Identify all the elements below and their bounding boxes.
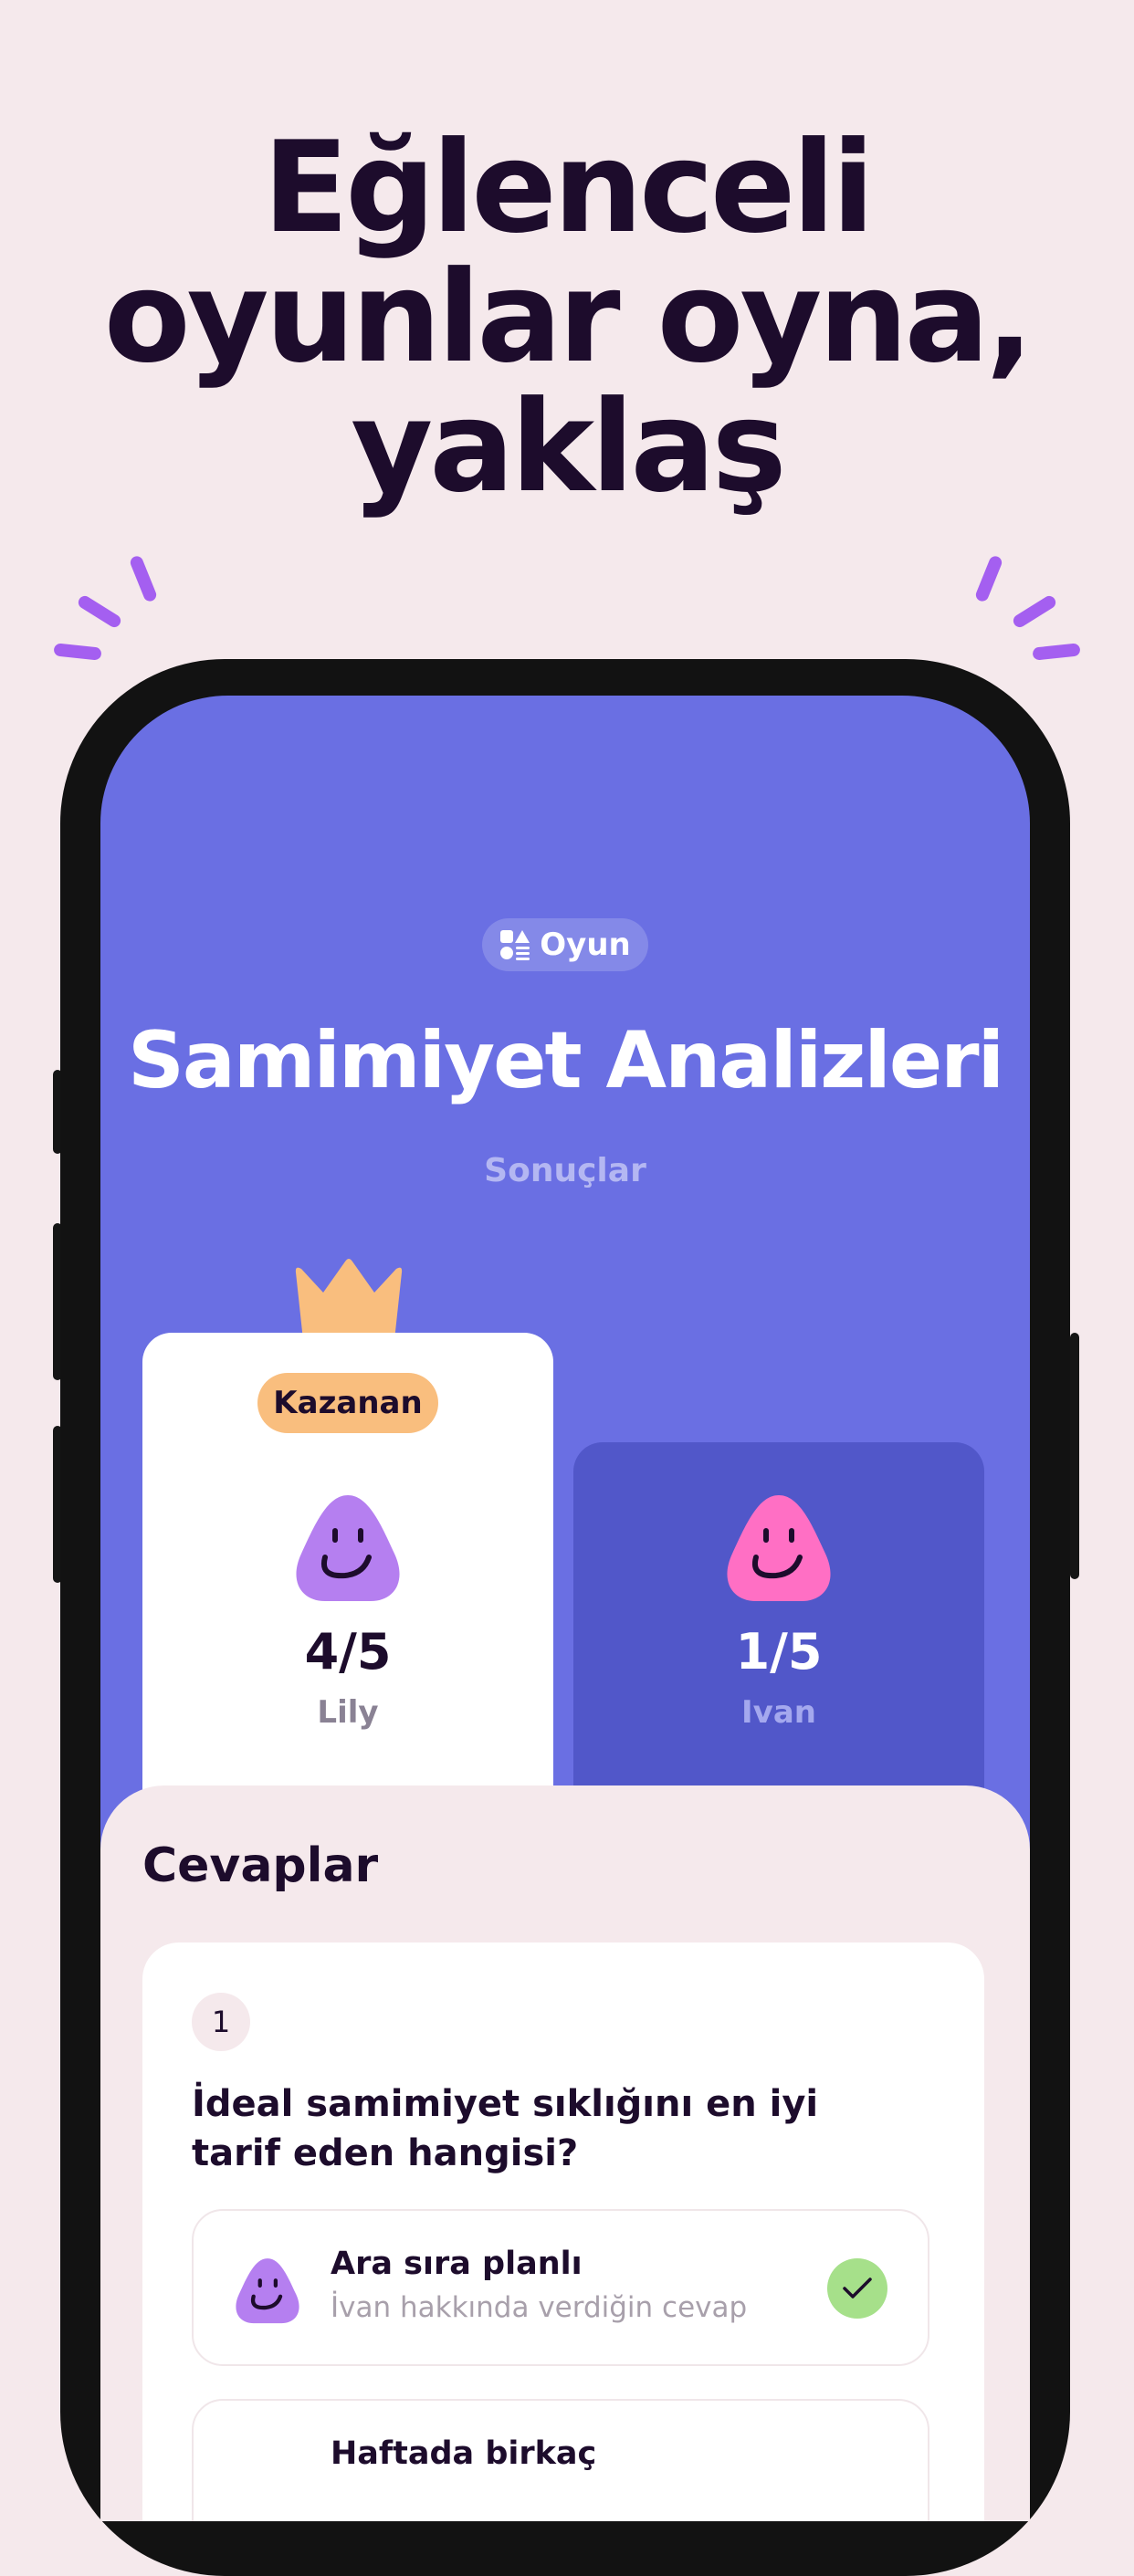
headline-line-2: oyunlar oyna, (103, 244, 1034, 391)
answer-option[interactable]: Haftada birkaç (192, 2399, 929, 2521)
question-number: 1 (192, 1993, 250, 2051)
answers-heading: Cevaplar (142, 1838, 379, 1893)
headline-line-1: Eğlenceli (262, 114, 875, 261)
player-card: 1/5 Ivan (573, 1442, 984, 1807)
answer-subtitle: İvan hakkında verdiğin cevap (331, 2291, 748, 2324)
answer-title: Haftada birkaç (331, 2435, 597, 2472)
answer-option[interactable]: Ara sıra planlı İvan hakkında verdiğin c… (192, 2209, 929, 2366)
question-card: 1 İdeal samimiyet sıklığını en iyi tarif… (142, 1942, 984, 2521)
crown-icon (295, 1259, 403, 1340)
game-tag-label: Oyun (540, 927, 631, 963)
purple-blob-avatar (236, 2258, 299, 2324)
phone-screen: Oyun Samimiyet Analizleri Sonuçlar Kazan… (100, 696, 1030, 2521)
headline-line-3: yaklaş (351, 373, 786, 520)
answers-sheet: Cevaplar 1 İdeal samimiyet sıklığını en … (100, 1785, 1030, 2521)
answer-title: Ara sıra planlı (331, 2246, 583, 2282)
results-subtitle: Sonuçlar (484, 1152, 646, 1189)
purple-blob-avatar (296, 1495, 400, 1601)
player-name: Ivan (741, 1694, 816, 1731)
winner-badge: Kazanan (257, 1373, 438, 1433)
check-icon (827, 2258, 887, 2319)
winner-name: Lily (317, 1694, 379, 1731)
shapes-icon (500, 930, 530, 960)
question-text: İdeal samimiyet sıklığını en iyi tarif e… (192, 2083, 819, 2174)
pink-blob-avatar (727, 1495, 831, 1601)
winner-card: Kazanan 4/5 Lily (142, 1333, 553, 1807)
headline: Eğlenceli oyunlar oyna, yaklaş (0, 123, 1134, 512)
player-score: 1/5 (735, 1623, 823, 1681)
winner-score: 4/5 (304, 1623, 392, 1681)
game-title: Samimiyet Analizleri (127, 1015, 1004, 1106)
game-tag: Oyun (482, 918, 648, 971)
phone-power-button (1070, 1333, 1079, 1579)
